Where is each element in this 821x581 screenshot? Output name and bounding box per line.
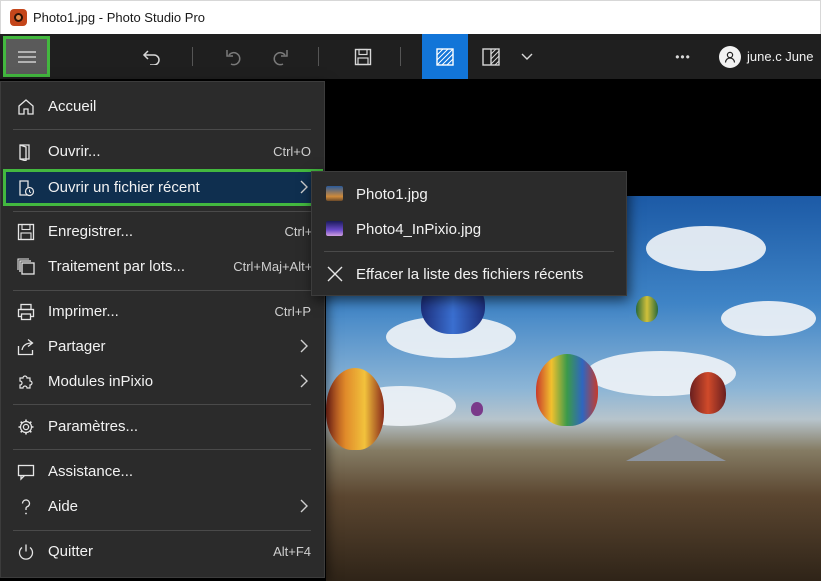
menu-item-label: Assistance... [48,463,134,480]
balloon-shape [536,354,598,426]
chevron-right-icon [300,499,308,513]
question-mark-icon [21,499,31,515]
hamburger-icon [17,50,36,63]
chevron-right-icon [300,339,308,353]
menu-item-label: Ouvrir un fichier récent [48,179,200,196]
menu-item-share[interactable]: Partager [3,329,323,364]
menu-item-shortcut: Ctrl+O [273,144,311,159]
menu-button[interactable] [3,36,50,77]
menu-item-open[interactable]: Ouvrir... Ctrl+O [3,134,323,169]
main-menu: Accueil Ouvrir... Ctrl+O Ouvrir un fichi… [0,81,325,578]
redo-icon [273,49,288,65]
menu-item-label: Paramètres... [48,418,139,435]
split-view-icon [482,47,500,66]
compare-view-button[interactable] [475,34,507,79]
menu-item-batch[interactable]: Traitement par lots... Ctrl+Maj+Alt+S [3,249,323,284]
chevron-right-icon [300,374,308,388]
menu-item-label: Accueil [48,98,97,115]
single-view-icon [436,47,454,66]
balloon-shape [326,368,384,450]
undo-button[interactable] [218,34,250,79]
gear-icon [18,419,34,435]
clear-recent-label: Effacer la liste des fichiers récents [356,265,584,283]
save-icon [17,223,35,241]
toolbar-divider [192,47,193,66]
menu-item-shortcut: Alt+F4 [273,544,311,559]
menu-item-label: Ouvrir... [48,143,101,160]
window-title: Photo1.jpg - Photo Studio Pro [33,10,206,25]
menu-item-modules[interactable]: Modules inPixio [3,364,323,399]
menu-item-print[interactable]: Imprimer... Ctrl+P [3,294,323,329]
close-icon [327,266,343,282]
more-options-button[interactable]: ••• [666,34,700,79]
title-bar: Photo1.jpg - Photo Studio Pro [0,0,821,34]
file-thumbnail-icon [326,186,343,201]
save-button[interactable] [347,34,379,79]
menu-separator [13,530,311,531]
menu-item-save[interactable]: Enregistrer... Ctrl+S [3,214,323,249]
recent-files-submenu: Photo1.jpg Photo4_InPixio.jpg Effacer la… [311,171,627,296]
balloon-shape [636,296,658,322]
toolbar-divider [400,47,401,66]
menu-item-support[interactable]: Assistance... [3,454,323,489]
batch-stack-icon [17,258,35,275]
support-chat-icon [17,464,35,481]
menu-separator [13,211,311,212]
menu-separator [13,129,311,130]
chevron-down-icon [521,53,533,60]
menu-item-help[interactable]: Aide [3,489,323,524]
balloon-shape [471,402,483,416]
avatar [719,45,741,68]
file-thumbnail-icon [326,221,343,236]
clear-recent-button[interactable]: Effacer la liste des fichiers récents [313,257,625,291]
view-options-dropdown[interactable] [514,34,540,79]
menu-item-label: Imprimer... [48,303,119,320]
recent-file-item[interactable]: Photo4_InPixio.jpg [313,212,625,246]
menu-item-label: Modules inPixio [48,373,154,390]
menu-item-label: Aide [48,498,79,515]
open-door-icon [19,144,30,161]
menu-item-settings[interactable]: Paramètres... [3,409,323,444]
toolbar: ••• june.c June [0,34,821,79]
share-icon [17,338,34,356]
printer-icon [17,303,35,321]
recent-file-name: Photo4_InPixio.jpg [356,220,482,238]
recent-file-item[interactable]: Photo1.jpg [313,177,625,211]
redo-button[interactable] [264,34,296,79]
home-icon [18,99,34,115]
menu-separator [13,449,311,450]
cloud-shape [646,226,766,271]
recent-file-name: Photo1.jpg [356,185,428,203]
save-icon [354,48,372,65]
menu-item-quit[interactable]: Quitter Alt+F4 [3,534,323,569]
menu-separator [13,404,311,405]
cloud-shape [721,301,816,336]
user-name: june.c June [747,49,814,64]
menu-item-open-recent[interactable]: Ouvrir un fichier récent [3,169,323,206]
toolbar-divider [318,47,319,66]
menu-item-label: Traitement par lots... [48,258,185,275]
menu-item-label: Quitter [48,543,94,560]
menu-item-label: Partager [48,338,106,355]
mountain-shape [626,435,726,461]
menu-separator [13,290,311,291]
balloon-shape [690,372,726,414]
recent-file-icon [19,180,35,197]
chevron-right-icon [300,180,308,194]
menu-item-shortcut: Ctrl+Maj+Alt+S [233,259,321,274]
single-view-button[interactable] [422,34,468,79]
menu-item-shortcut: Ctrl+P [274,304,311,319]
puzzle-icon [19,375,33,389]
back-arrow-icon [142,49,160,65]
menu-item-label: Enregistrer... [48,223,134,240]
user-account[interactable]: june.c June [719,34,814,79]
user-icon [724,51,736,63]
back-button[interactable] [135,34,167,79]
undo-icon [226,49,241,65]
app-logo-icon [10,9,27,26]
menu-separator [324,251,614,252]
menu-item-home[interactable]: Accueil [3,89,323,124]
power-icon [18,544,34,560]
